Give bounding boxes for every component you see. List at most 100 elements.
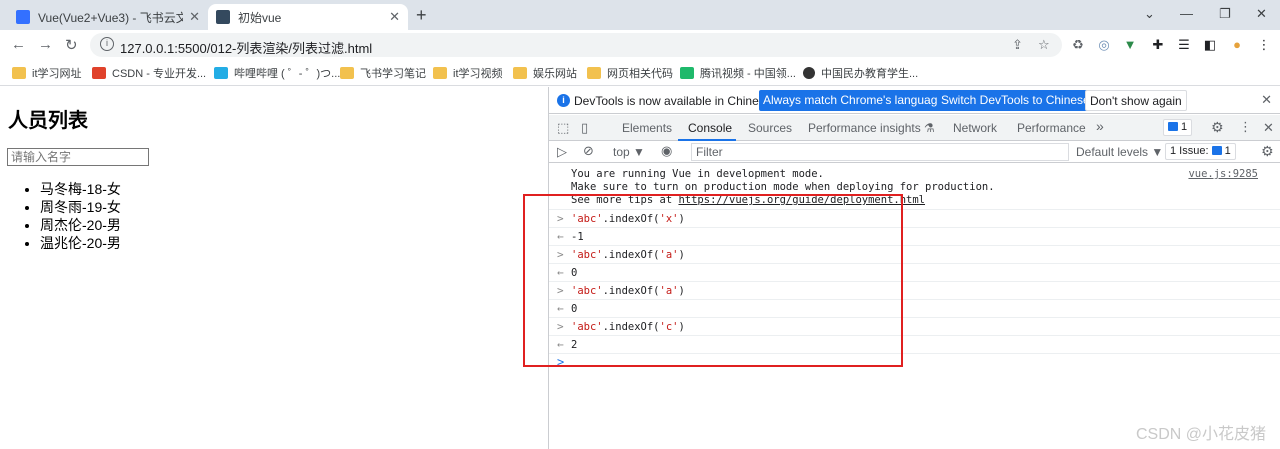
more-tabs-icon[interactable]: » (1096, 118, 1104, 134)
close-tab-icon[interactable]: ✕ (189, 9, 200, 25)
forward-button[interactable]: → (38, 36, 53, 53)
console-toolbar: ▷ ⊘ top ▼ ◉ Filter Default levels ▼ 1 Is… (549, 141, 1280, 163)
settings-gear-icon[interactable]: ⚙ (1211, 119, 1224, 136)
switch-to-chinese-button[interactable]: Switch DevTools to Chinese (937, 90, 1094, 111)
tab-performance-insights[interactable]: Performance insights ⚗ (808, 121, 935, 135)
url-text[interactable]: 127.0.0.1:5500/012-列表渲染/列表过滤.html (120, 38, 372, 57)
bookmark-item[interactable]: 飞书学习笔记 (340, 65, 426, 81)
tab-search-icon[interactable]: ⌄ (1144, 6, 1155, 22)
tab-sources[interactable]: Sources (748, 121, 792, 135)
live-expression-eye-icon[interactable]: ◉ (661, 143, 672, 159)
bookmark-label: it学习视频 (453, 68, 503, 80)
bookmark-item[interactable]: 哔哩哔哩 ( ゜- ゜)つ... (214, 65, 340, 81)
profile-avatar-icon[interactable]: ● (1229, 37, 1245, 53)
bookmark-label: 飞书学习笔记 (360, 68, 426, 80)
tab-network[interactable]: Network (953, 121, 997, 135)
bookmark-star-icon[interactable]: ☆ (1038, 37, 1050, 53)
message-line: Make sure to turn on production mode whe… (571, 181, 995, 193)
extension-globe-icon[interactable]: ◎ (1096, 37, 1112, 53)
close-banner-icon[interactable]: ✕ (1261, 92, 1272, 108)
restore-button[interactable]: ❐ (1219, 6, 1231, 22)
bookmark-item[interactable]: 腾讯视频 - 中国领... (680, 65, 796, 81)
browser-tab-feishu[interactable]: Vue(Vue2+Vue3) - 飞书云文档 ✕ (8, 4, 208, 30)
address-bar[interactable]: i 127.0.0.1:5500/012-列表渲染/列表过滤.html ⇪ ☆ (90, 33, 1062, 57)
bookmark-item[interactable]: 网页相关代码 (587, 65, 673, 81)
sidebar-toggle-icon[interactable]: ▷ (557, 144, 567, 160)
reading-list-icon[interactable]: ☰ (1176, 37, 1192, 53)
console-settings-icon[interactable]: ⚙ (1261, 143, 1274, 160)
console-filter-input[interactable]: Filter (691, 143, 1069, 161)
close-window-button[interactable]: ✕ (1256, 6, 1267, 22)
folder-icon (513, 67, 527, 79)
device-toolbar-icon[interactable]: ▯ (581, 120, 588, 136)
bookmark-item[interactable]: it学习视频 (433, 65, 503, 81)
tab-title: 初始vue (238, 10, 282, 25)
bookmark-item[interactable]: 中国民办教育学生... (803, 65, 918, 81)
vue-devtools-icon[interactable]: ▼ (1122, 37, 1138, 53)
context-label: top (613, 145, 630, 159)
page-viewport: 人员列表 马冬梅-18-女 周冬雨-19-女 周杰伦-20-男 温兆伦-20-男 (0, 87, 548, 449)
bookmark-label: CSDN - 专业开发... (112, 68, 207, 80)
bookmark-label: it学习网址 (32, 68, 82, 80)
bookmark-item[interactable]: it学习网址 (12, 65, 82, 81)
site-info-icon[interactable]: i (100, 37, 114, 51)
extension-recycle-icon[interactable]: ♻ (1070, 37, 1086, 53)
new-tab-button[interactable]: + (416, 5, 427, 26)
browser-menu-icon[interactable]: ⋮ (1256, 37, 1272, 53)
bilibili-icon (214, 67, 228, 79)
banner-text: DevTools is now available in Chinese! (574, 94, 775, 108)
extensions-puzzle-icon[interactable]: ✚ (1150, 37, 1166, 53)
tab-performance[interactable]: Performance (1017, 121, 1086, 135)
list-item: 温兆伦-20-男 (40, 234, 121, 252)
message-line: You are running Vue in development mode. (571, 168, 824, 180)
folder-icon (340, 67, 354, 79)
bookmark-label: 哔哩哔哩 ( ゜- ゜)つ... (234, 68, 341, 80)
issues-count: 1 (1224, 145, 1231, 157)
share-icon[interactable]: ⇪ (1012, 37, 1023, 53)
browser-toolbar: ← → ↻ i 127.0.0.1:5500/012-列表渲染/列表过滤.htm… (0, 30, 1280, 60)
bookmark-label: 娱乐网站 (533, 68, 577, 80)
minimize-button[interactable]: — (1180, 6, 1193, 21)
folder-icon (12, 67, 26, 79)
folder-icon (433, 67, 447, 79)
globe-icon (803, 67, 815, 79)
list-item: 周冬雨-19-女 (40, 198, 121, 216)
context-selector[interactable]: top ▼ (613, 145, 645, 159)
language-banner: i DevTools is now available in Chinese! … (549, 87, 1280, 114)
info-icon: i (557, 94, 570, 107)
always-match-language-button[interactable]: Always match Chrome's language (759, 90, 949, 111)
tab-title: Vue(Vue2+Vue3) - 飞书云文档 (38, 10, 184, 25)
back-button[interactable]: ← (11, 36, 26, 53)
close-devtools-icon[interactable]: ✕ (1263, 120, 1274, 136)
list-item: 周杰伦-20-男 (40, 216, 121, 234)
reload-button[interactable]: ↻ (65, 36, 78, 54)
devtools-menu-icon[interactable]: ⋮ (1239, 119, 1252, 135)
page-title: 人员列表 (8, 110, 88, 132)
issues-badge[interactable]: 1 (1163, 119, 1193, 136)
name-search-input[interactable] (7, 148, 149, 166)
issues-counter[interactable]: 1 Issue: 1 (1165, 143, 1236, 160)
tab-elements[interactable]: Elements (622, 121, 672, 135)
feishu-doc-icon (16, 10, 30, 24)
inspect-element-icon[interactable]: ⬚ (557, 120, 569, 136)
dont-show-again-button[interactable]: Don't show again (1085, 90, 1187, 111)
clear-console-icon[interactable]: ⊘ (583, 143, 594, 159)
bookmark-label: 腾讯视频 - 中国领... (700, 68, 796, 80)
tab-console[interactable]: Console (688, 121, 732, 135)
list-item: 马冬梅-18-女 (40, 180, 121, 198)
issues-badge-count: 1 (1181, 121, 1188, 133)
person-list: 马冬梅-18-女 周冬雨-19-女 周杰伦-20-男 温兆伦-20-男 (40, 180, 121, 252)
log-levels-dropdown[interactable]: Default levels ▼ (1076, 145, 1163, 159)
bookmark-item[interactable]: CSDN - 专业开发... (92, 65, 206, 81)
bookmark-item[interactable]: 娱乐网站 (513, 65, 577, 81)
close-tab-icon[interactable]: ✕ (389, 9, 400, 25)
tab-strip: Vue(Vue2+Vue3) - 飞书云文档 ✕ 初始vue ✕ + ⌄ — ❐… (0, 0, 1280, 30)
source-link[interactable]: vue.js:9285 (1188, 168, 1258, 180)
devtools-tab-bar: ⬚ ▯ Elements Console Sources Performance… (549, 115, 1280, 141)
message-icon (1211, 146, 1222, 155)
csdn-icon (92, 67, 106, 79)
side-panel-icon[interactable]: ◧ (1202, 37, 1218, 53)
bookmark-label: 网页相关代码 (607, 68, 673, 80)
bookmark-label: 中国民办教育学生... (821, 68, 919, 80)
browser-tab-vue[interactable]: 初始vue ✕ (208, 4, 408, 30)
